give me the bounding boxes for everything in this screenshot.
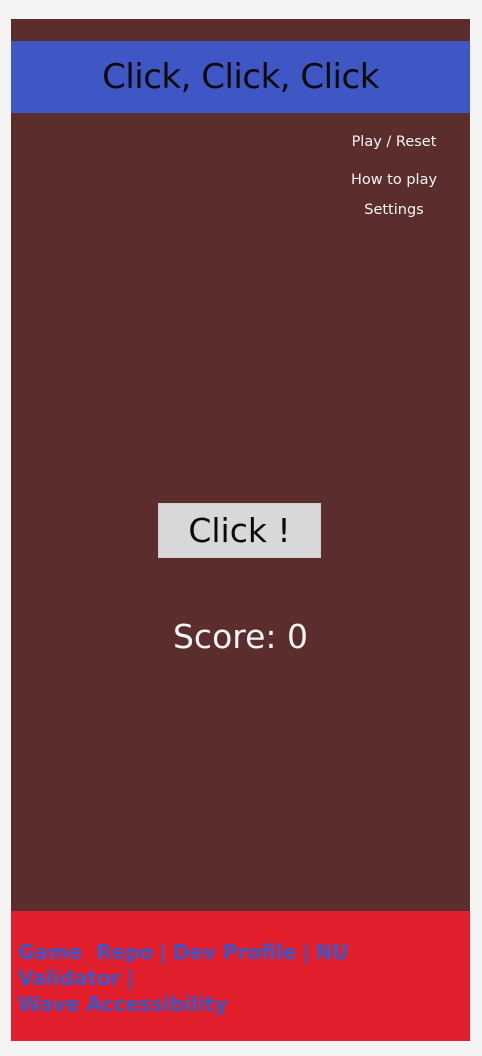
footer-separator: | bbox=[302, 940, 310, 964]
click-button[interactable]: Click ! bbox=[158, 503, 321, 558]
game-repo-link[interactable]: Game Repo bbox=[18, 940, 153, 964]
footer-links: Game Repo | Dev Profile | NU Validator | Wave … bbox=[18, 939, 458, 1017]
page-title: Click, Click, Click bbox=[102, 57, 379, 97]
play-reset-link[interactable]: Play / Reset bbox=[352, 134, 437, 150]
wave-accessibility-link[interactable]: Wave Accessibility bbox=[18, 992, 227, 1016]
dev-profile-link[interactable]: Dev Profile bbox=[173, 940, 297, 964]
score-display: Score: 0 bbox=[172, 617, 309, 656]
footer-separator: | bbox=[126, 966, 134, 990]
game-menu: Play / Reset How to play Settings bbox=[318, 113, 470, 218]
how-to-play-link[interactable]: How to play bbox=[351, 172, 437, 188]
footer: Game Repo | Dev Profile | NU Validator | Wave … bbox=[11, 911, 470, 1041]
settings-link[interactable]: Settings bbox=[364, 202, 423, 218]
header-bar: Click, Click, Click bbox=[11, 41, 470, 113]
game-frame: Click, Click, Click Play / Reset How to … bbox=[11, 19, 470, 1041]
footer-separator: | bbox=[159, 940, 167, 964]
